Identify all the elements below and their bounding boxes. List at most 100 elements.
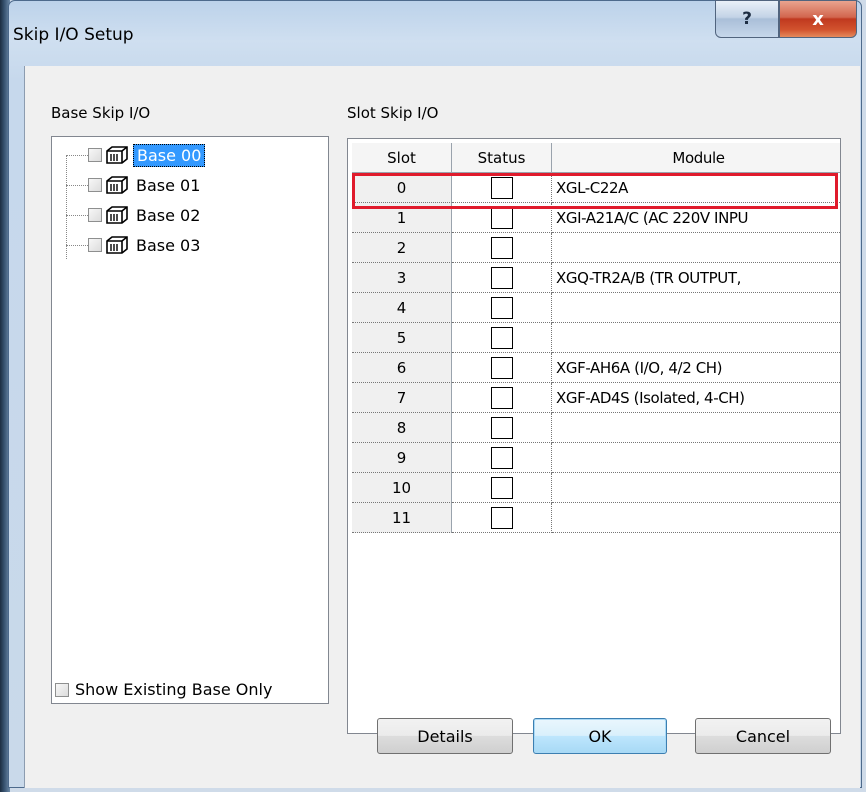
status-checkbox[interactable] — [490, 206, 513, 229]
slot-cell: 9 — [352, 443, 452, 473]
slot-cell: 3 — [352, 263, 452, 293]
dialog-client-area: Base Skip I/O Slot Skip I/O Base 00 Base… — [24, 66, 860, 788]
table-row[interactable]: 7 XGF-AD4S (Isolated, 4-CH) — [352, 383, 840, 413]
details-button[interactable]: Details — [377, 718, 513, 754]
status-checkbox[interactable] — [490, 236, 513, 259]
base-02-label: Base 02 — [136, 205, 201, 225]
ok-button[interactable]: OK — [533, 718, 667, 754]
table-row[interactable]: 3 XGQ-TR2A/B (TR OUTPUT, — [352, 263, 840, 293]
slot-cell: 1 — [352, 203, 452, 233]
close-icon: x — [812, 8, 824, 30]
base-module-icon — [106, 176, 128, 194]
slot-cell: 4 — [352, 293, 452, 323]
slot-cell: 10 — [352, 473, 452, 503]
show-existing-label: Show Existing Base Only — [75, 680, 273, 699]
status-cell — [452, 503, 552, 533]
base-skip-label: Base Skip I/O — [51, 104, 151, 122]
module-cell — [552, 293, 840, 323]
tree-item-base-00[interactable]: Base 00 — [88, 142, 206, 168]
slot-grid-body: Slot Status Module 0 XGL-C22A 1 XGI-A21A… — [352, 143, 840, 533]
table-row[interactable]: 4 — [352, 293, 840, 323]
status-cell — [452, 473, 552, 503]
module-cell — [552, 443, 840, 473]
module-cell: XGF-AH6A (I/O, 4/2 CH) — [552, 353, 840, 383]
base-03-label: Base 03 — [136, 235, 201, 255]
status-cell — [452, 383, 552, 413]
tree-connector — [66, 215, 88, 216]
slot-cell: 8 — [352, 413, 452, 443]
status-checkbox[interactable] — [490, 296, 513, 319]
tree-connector — [66, 245, 88, 246]
grid-header: Slot Status Module — [352, 143, 840, 173]
slot-skip-label: Slot Skip I/O — [347, 104, 439, 122]
module-cell — [552, 473, 840, 503]
module-cell — [552, 233, 840, 263]
base-02-checkbox[interactable] — [88, 208, 102, 222]
status-cell — [452, 413, 552, 443]
module-cell — [552, 323, 840, 353]
help-button[interactable]: ? — [715, 0, 779, 38]
status-checkbox[interactable] — [490, 386, 513, 409]
status-cell — [452, 173, 552, 203]
slot-cell: 0 — [352, 173, 452, 203]
show-existing-base-only[interactable]: Show Existing Base Only — [55, 680, 272, 699]
status-checkbox[interactable] — [490, 266, 513, 289]
tree-connector — [66, 155, 88, 156]
base-module-icon — [106, 206, 128, 224]
tree-connector — [66, 185, 88, 186]
table-row[interactable]: 2 — [352, 233, 840, 263]
base-00-checkbox[interactable] — [88, 148, 102, 162]
column-header-module[interactable]: Module — [552, 143, 840, 173]
status-cell — [452, 263, 552, 293]
table-row[interactable]: 5 — [352, 323, 840, 353]
table-row[interactable]: 9 — [352, 443, 840, 473]
status-checkbox[interactable] — [490, 416, 513, 439]
status-cell — [452, 443, 552, 473]
status-checkbox[interactable] — [490, 176, 513, 199]
base-tree[interactable]: Base 00 Base 01 Base 02 Base 03 — [51, 136, 329, 704]
base-module-icon — [106, 236, 128, 254]
cancel-button[interactable]: Cancel — [695, 718, 831, 754]
tree-item-base-01[interactable]: Base 01 — [88, 172, 203, 198]
table-row[interactable]: 11 — [352, 503, 840, 533]
status-cell — [452, 353, 552, 383]
module-cell — [552, 503, 840, 533]
slot-cell: 7 — [352, 383, 452, 413]
status-checkbox[interactable] — [490, 446, 513, 469]
table-row[interactable]: 8 — [352, 413, 840, 443]
status-checkbox[interactable] — [490, 326, 513, 349]
slot-cell: 11 — [352, 503, 452, 533]
module-cell: XGL-C22A — [552, 173, 840, 203]
table-row[interactable]: 6 XGF-AH6A (I/O, 4/2 CH) — [352, 353, 840, 383]
module-cell: XGQ-TR2A/B (TR OUTPUT, — [552, 263, 840, 293]
status-cell — [452, 293, 552, 323]
tree-connector — [66, 155, 67, 259]
show-existing-checkbox[interactable] — [55, 682, 69, 697]
slot-grid[interactable]: Slot Status Module 0 XGL-C22A 1 XGI-A21A… — [347, 138, 841, 734]
table-row[interactable]: 1 XGI-A21A/C (AC 220V INPU — [352, 203, 840, 233]
help-icon: ? — [742, 9, 752, 29]
column-header-slot[interactable]: Slot — [352, 143, 452, 173]
base-01-label: Base 01 — [136, 175, 201, 195]
slot-cell: 5 — [352, 323, 452, 353]
module-cell — [552, 413, 840, 443]
tree-item-base-03[interactable]: Base 03 — [88, 232, 203, 258]
table-row[interactable]: 0 XGL-C22A — [352, 173, 840, 203]
status-cell — [452, 203, 552, 233]
status-cell — [452, 233, 552, 263]
close-button[interactable]: x — [779, 0, 857, 38]
table-row[interactable]: 10 — [352, 473, 840, 503]
slot-cell: 6 — [352, 353, 452, 383]
status-checkbox[interactable] — [490, 476, 513, 499]
tree-item-base-02[interactable]: Base 02 — [88, 202, 203, 228]
module-cell: XGI-A21A/C (AC 220V INPU — [552, 203, 840, 233]
base-01-checkbox[interactable] — [88, 178, 102, 192]
slot-cell: 2 — [352, 233, 452, 263]
column-header-status[interactable]: Status — [452, 143, 552, 173]
status-checkbox[interactable] — [490, 506, 513, 529]
base-00-label: Base 00 — [133, 143, 206, 167]
status-cell — [452, 323, 552, 353]
module-cell: XGF-AD4S (Isolated, 4-CH) — [552, 383, 840, 413]
status-checkbox[interactable] — [490, 356, 513, 379]
base-03-checkbox[interactable] — [88, 238, 102, 252]
